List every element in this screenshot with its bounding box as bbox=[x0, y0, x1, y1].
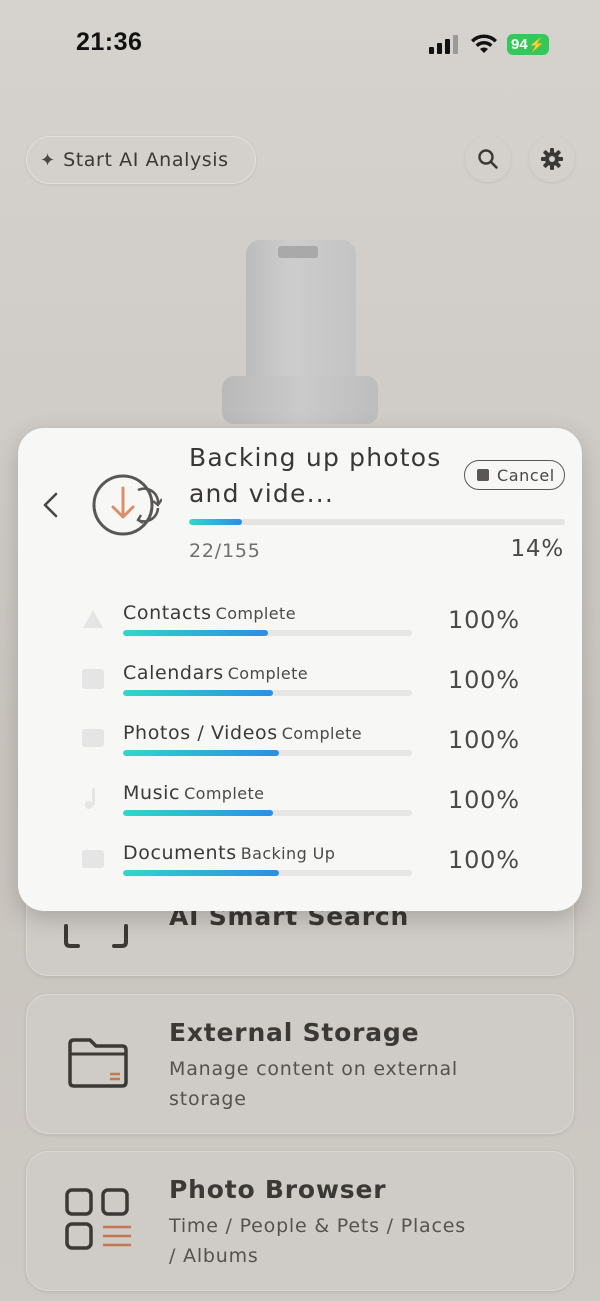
device-image bbox=[222, 240, 378, 425]
status-time: 21:36 bbox=[76, 28, 143, 56]
item-progress-bar bbox=[123, 630, 412, 636]
status-bar: 21:36 94 ⚡ bbox=[0, 0, 600, 90]
item-progress-bar bbox=[123, 870, 412, 876]
backup-sync-icon bbox=[92, 474, 162, 536]
backup-title: Backing up photos and vide... bbox=[189, 443, 442, 508]
settings-button[interactable] bbox=[529, 136, 575, 182]
backup-percent: 14% bbox=[510, 536, 564, 562]
overall-progress-fill bbox=[189, 519, 242, 525]
item-percent: 100% bbox=[448, 846, 520, 874]
wifi-icon bbox=[471, 34, 497, 53]
contacts-icon bbox=[83, 610, 103, 628]
calendar-icon bbox=[82, 669, 104, 689]
item-progress-bar bbox=[123, 810, 412, 816]
card-subtitle: Manage content on external storage bbox=[169, 1058, 458, 1110]
charging-icon: ⚡ bbox=[528, 37, 545, 52]
gear-icon bbox=[541, 148, 563, 170]
item-name: Photos / Videos bbox=[123, 722, 278, 744]
item-progress-fill bbox=[123, 870, 280, 876]
battery-indicator: 94 ⚡ bbox=[507, 34, 549, 55]
card-subtitle: Time / People & Pets / Places / Albums bbox=[169, 1215, 466, 1267]
backup-item-contacts: Contacts Complete 100% bbox=[123, 602, 553, 652]
item-name: Contacts bbox=[123, 602, 212, 624]
external-storage-card[interactable]: External Storage Manage content on exter… bbox=[26, 994, 574, 1134]
item-progress-bar bbox=[123, 690, 412, 696]
search-button[interactable] bbox=[465, 136, 511, 182]
stop-icon bbox=[477, 469, 489, 481]
backup-item-calendars: Calendars Complete 100% bbox=[123, 662, 553, 712]
photo-icon bbox=[82, 729, 104, 747]
cellular-signal-icon bbox=[429, 35, 458, 54]
cancel-backup-button[interactable]: Cancel bbox=[464, 460, 565, 490]
music-icon bbox=[85, 788, 95, 809]
item-status: Complete bbox=[281, 724, 363, 743]
item-progress-fill bbox=[123, 690, 274, 696]
backup-item-documents: Documents Backing Up 100% bbox=[123, 842, 553, 892]
item-name: Calendars bbox=[123, 662, 224, 684]
item-status: Complete bbox=[184, 784, 265, 803]
item-status: Complete bbox=[215, 604, 296, 623]
item-percent: 100% bbox=[448, 786, 520, 814]
item-progress-fill bbox=[123, 750, 280, 756]
search-icon bbox=[478, 149, 498, 169]
cancel-label: Cancel bbox=[497, 465, 555, 485]
sparkle-icon: ✦ bbox=[40, 149, 56, 171]
overall-progress-bar bbox=[189, 519, 565, 525]
document-icon bbox=[82, 850, 104, 868]
start-ai-analysis-button[interactable]: ✦ Start AI Analysis bbox=[26, 136, 256, 184]
card-title: External Storage bbox=[169, 1018, 420, 1047]
grid-list-icon bbox=[65, 1188, 131, 1250]
backup-item-photos-videos: Photos / Videos Complete 100% bbox=[123, 722, 553, 772]
item-status: Backing Up bbox=[240, 844, 336, 863]
item-name: Documents bbox=[123, 842, 237, 864]
folder-icon bbox=[68, 1038, 128, 1088]
item-percent: 100% bbox=[448, 726, 520, 754]
device-port bbox=[278, 246, 318, 258]
backup-item-music: Music Complete 100% bbox=[123, 782, 553, 832]
device-base bbox=[222, 376, 378, 424]
ai-button-label: Start AI Analysis bbox=[63, 149, 229, 171]
back-chevron-icon[interactable] bbox=[38, 490, 64, 520]
item-status: Complete bbox=[227, 664, 309, 683]
backup-count: 22/155 bbox=[189, 540, 261, 562]
photo-browser-card[interactable]: Photo Browser Time / People & Pets / Pla… bbox=[26, 1151, 574, 1291]
card-title: Photo Browser bbox=[169, 1175, 387, 1204]
battery-level: 94 bbox=[511, 36, 528, 53]
item-name: Music bbox=[123, 782, 181, 804]
item-percent: 100% bbox=[448, 666, 520, 694]
item-progress-bar bbox=[123, 750, 412, 756]
item-progress-fill bbox=[123, 810, 274, 816]
backup-progress-modal: Backing up photos and vide... Cancel 22/… bbox=[18, 428, 582, 911]
item-percent: 100% bbox=[448, 606, 520, 634]
item-progress-fill bbox=[123, 630, 268, 636]
